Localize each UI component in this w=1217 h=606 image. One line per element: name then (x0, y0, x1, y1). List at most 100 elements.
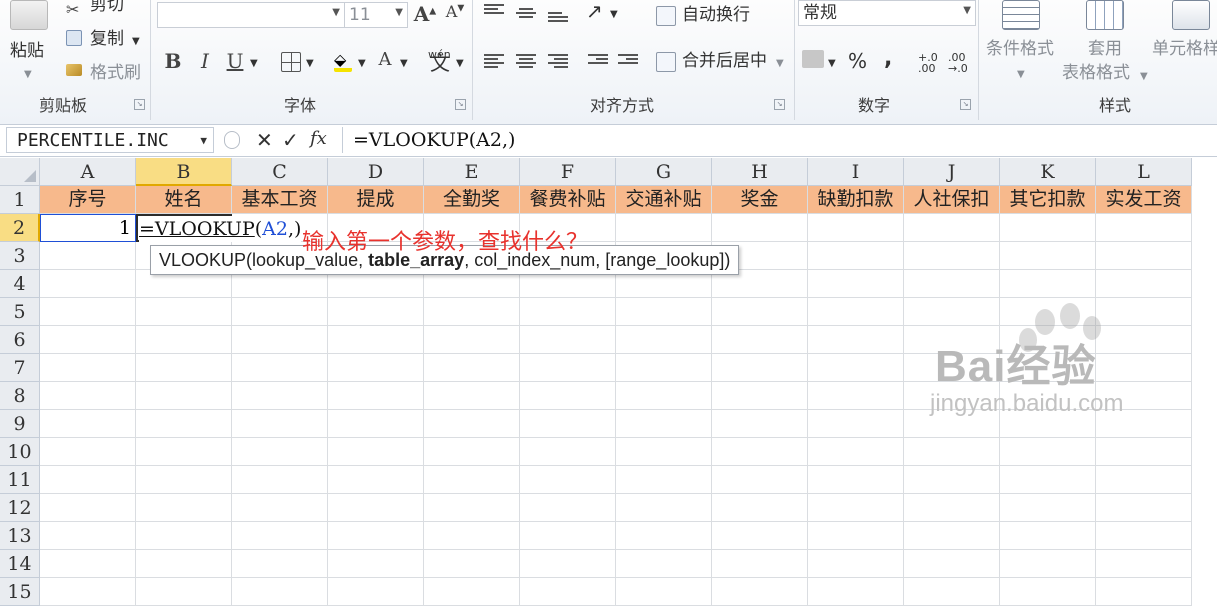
cell-a13[interactable] (40, 522, 136, 550)
cell-j13[interactable] (904, 522, 1000, 550)
cell-l11[interactable] (1096, 466, 1192, 494)
cell-c7[interactable] (232, 354, 328, 382)
cell-f11[interactable] (520, 466, 616, 494)
cell-b5[interactable] (136, 298, 232, 326)
italic-button[interactable]: I (192, 49, 218, 73)
increase-decimal-button[interactable]: +.0 .00 (918, 52, 942, 74)
cell-a5[interactable] (40, 298, 136, 326)
cell-i2[interactable] (808, 214, 904, 242)
copy-icon[interactable] (66, 30, 82, 46)
cell-i7[interactable] (808, 354, 904, 382)
cell-f6[interactable] (520, 326, 616, 354)
cell-j10[interactable] (904, 438, 1000, 466)
font-size-dropdown-icon[interactable]: ▼ (395, 7, 403, 18)
align-top-icon[interactable] (484, 2, 504, 18)
cell-d11[interactable] (328, 466, 424, 494)
cell-a12[interactable] (40, 494, 136, 522)
cell-k4[interactable] (1000, 270, 1096, 298)
cell-g14[interactable] (616, 550, 712, 578)
merge-center-dropdown-icon[interactable]: ▼ (776, 53, 784, 75)
cell-g10[interactable] (616, 438, 712, 466)
row-header-5[interactable]: 5 (0, 298, 40, 326)
decrease-indent-icon[interactable] (588, 52, 608, 68)
cell-b6[interactable] (136, 326, 232, 354)
table-format-icon[interactable] (1086, 0, 1124, 30)
merge-center-button[interactable]: 合并后居中 (682, 50, 767, 72)
cell-c8[interactable] (232, 382, 328, 410)
conditional-format-dropdown-icon[interactable]: ▼ (1017, 64, 1025, 86)
cell-a3[interactable] (40, 242, 136, 270)
cell-a14[interactable] (40, 550, 136, 578)
row-header-14[interactable]: 14 (0, 550, 40, 578)
column-header-k[interactable]: K (1000, 158, 1096, 186)
font-color-button[interactable]: A (372, 49, 398, 70)
cell-c14[interactable] (232, 550, 328, 578)
bold-button[interactable]: B (160, 49, 186, 73)
cell-l4[interactable] (1096, 270, 1192, 298)
cell-h13[interactable] (712, 522, 808, 550)
cell-a1[interactable]: 序号 (40, 186, 136, 214)
comma-button[interactable]: , (884, 48, 892, 70)
column-header-l[interactable]: L (1096, 158, 1192, 186)
cell-k1[interactable]: 其它扣款 (1000, 186, 1096, 214)
format-painter-icon[interactable] (66, 64, 82, 76)
underline-button[interactable]: U (222, 49, 248, 73)
cell-i10[interactable] (808, 438, 904, 466)
row-header-1[interactable]: 1 (0, 186, 40, 214)
table-format-dropdown-icon[interactable]: ▼ (1140, 66, 1148, 88)
cell-g6[interactable] (616, 326, 712, 354)
decrease-decimal-button[interactable]: .00 →.0 (948, 52, 972, 74)
column-header-b[interactable]: B (136, 158, 232, 186)
column-header-d[interactable]: D (328, 158, 424, 186)
cell-c11[interactable] (232, 466, 328, 494)
cell-e1[interactable]: 全勤奖 (424, 186, 520, 214)
cell-e12[interactable] (424, 494, 520, 522)
cell-a8[interactable] (40, 382, 136, 410)
cell-h6[interactable] (712, 326, 808, 354)
cell-h2[interactable] (712, 214, 808, 242)
cell-k14[interactable] (1000, 550, 1096, 578)
cell-l1[interactable]: 实发工资 (1096, 186, 1192, 214)
row-header-4[interactable]: 4 (0, 270, 40, 298)
cell-l12[interactable] (1096, 494, 1192, 522)
conditional-format-button[interactable]: 条件格式 (986, 38, 1054, 60)
row-header-15[interactable]: 15 (0, 578, 40, 606)
cell-j3[interactable] (904, 242, 1000, 270)
table-format-button-line2[interactable]: 表格格式 (1062, 62, 1130, 84)
insert-function-icon[interactable]: fx (310, 128, 327, 149)
cut-icon[interactable]: ✂ (66, 0, 84, 19)
font-color-dropdown-icon[interactable]: ▼ (400, 53, 408, 75)
font-name-dropdown-icon[interactable]: ▼ (332, 7, 340, 18)
cell-d6[interactable] (328, 326, 424, 354)
row-header-2[interactable]: 2 (0, 214, 40, 242)
cell-e7[interactable] (424, 354, 520, 382)
cell-f9[interactable] (520, 410, 616, 438)
row-header-12[interactable]: 12 (0, 494, 40, 522)
cell-i6[interactable] (808, 326, 904, 354)
align-right-icon[interactable] (548, 52, 568, 68)
cell-k3[interactable] (1000, 242, 1096, 270)
cell-l14[interactable] (1096, 550, 1192, 578)
cell-h1[interactable]: 奖金 (712, 186, 808, 214)
formula-input[interactable]: =VLOOKUP(A2,) (342, 127, 1217, 153)
cell-d7[interactable] (328, 354, 424, 382)
phonetic-dropdown-icon[interactable]: ▼ (456, 53, 464, 75)
cell-i8[interactable] (808, 382, 904, 410)
cell-c12[interactable] (232, 494, 328, 522)
cell-i12[interactable] (808, 494, 904, 522)
cell-e11[interactable] (424, 466, 520, 494)
name-box-dropdown-icon[interactable]: ▼ (200, 128, 207, 154)
font-name-combo[interactable]: ▼ (157, 2, 345, 28)
cell-j14[interactable] (904, 550, 1000, 578)
cell-i4[interactable] (808, 270, 904, 298)
row-header-11[interactable]: 11 (0, 466, 40, 494)
cell-k11[interactable] (1000, 466, 1096, 494)
cell-f8[interactable] (520, 382, 616, 410)
cell-i9[interactable] (808, 410, 904, 438)
column-header-a[interactable]: A (40, 158, 136, 186)
align-center-icon[interactable] (516, 52, 536, 68)
cell-styles-icon[interactable] (1172, 0, 1210, 30)
number-launcher-icon[interactable]: ↘ (960, 99, 971, 110)
cell-b1[interactable]: 姓名 (136, 186, 232, 214)
row-header-9[interactable]: 9 (0, 410, 40, 438)
